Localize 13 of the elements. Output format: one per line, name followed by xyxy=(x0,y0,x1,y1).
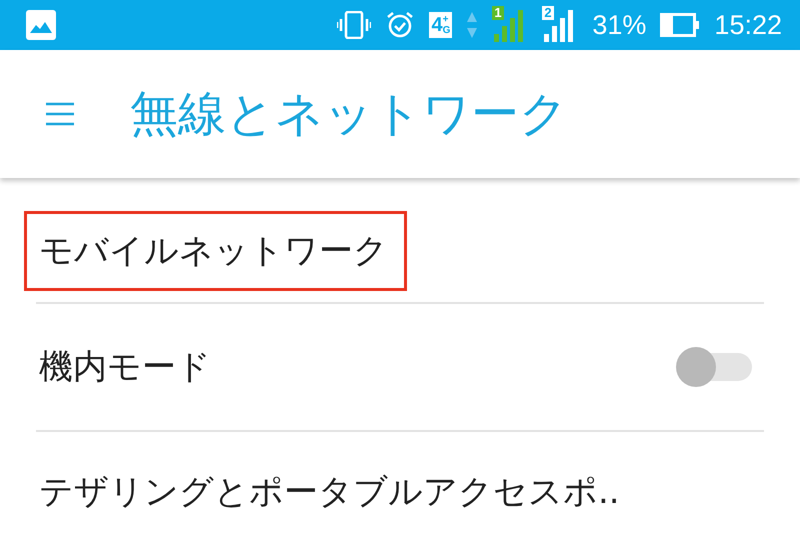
settings-item-label[interactable]: テザリングとポータブルアクセスポ.. xyxy=(24,452,639,532)
settings-item-label[interactable]: 機内モード xyxy=(24,327,230,407)
menu-icon[interactable] xyxy=(44,101,76,127)
vibrate-icon xyxy=(337,11,372,39)
clock-time: 15:22 xyxy=(714,10,782,40)
settings-item-label[interactable]: モバイルネットワーク xyxy=(24,211,407,291)
page-title: 無線とネットワーク xyxy=(130,85,568,144)
gallery-icon xyxy=(26,10,56,40)
battery-percent: 31% xyxy=(592,10,646,40)
battery-icon xyxy=(660,13,700,37)
alarm-clock-icon xyxy=(385,10,416,40)
data-arrows-icon xyxy=(466,10,478,40)
toggle-switch[interactable] xyxy=(676,347,752,387)
